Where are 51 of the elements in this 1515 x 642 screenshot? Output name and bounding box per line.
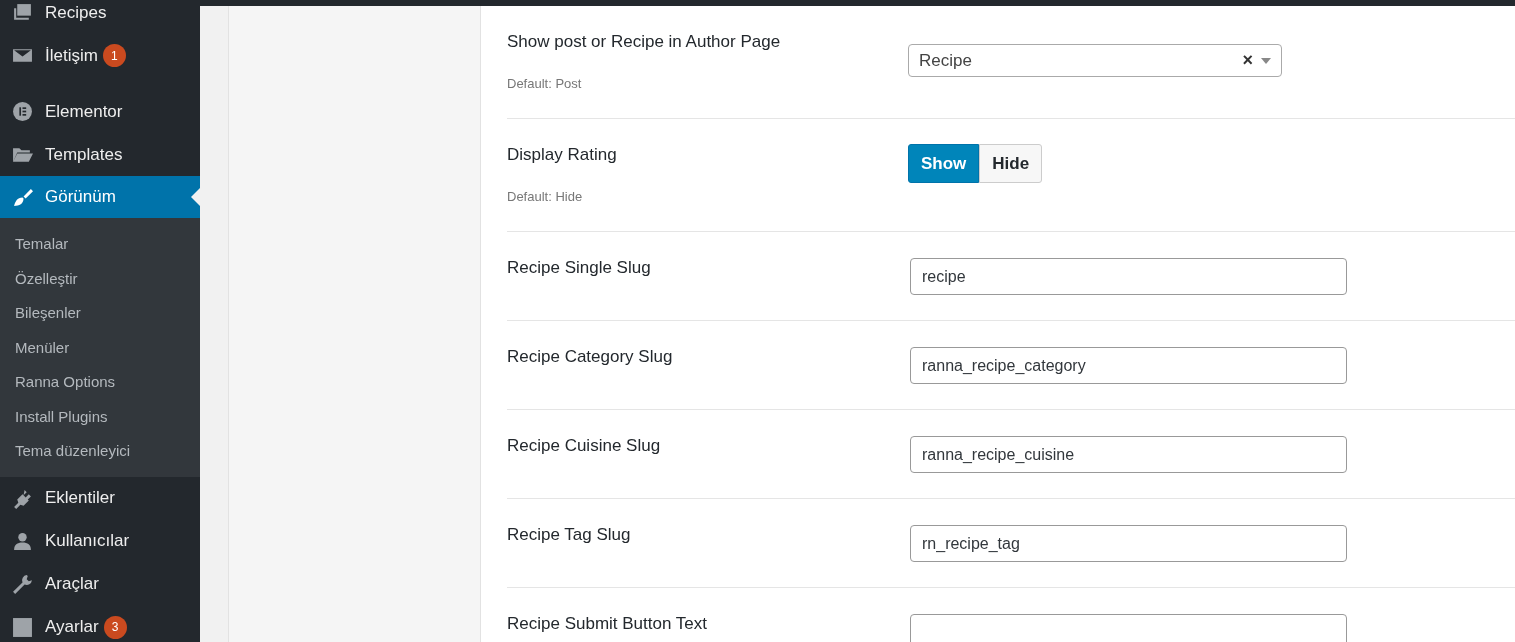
setting-label: Show post or Recipe in Author Page bbox=[507, 32, 782, 52]
count-badge: 3 bbox=[103, 615, 127, 639]
sidebar-item[interactable]: Templates bbox=[0, 133, 200, 176]
menu-label: Kullanıcılar bbox=[45, 531, 130, 551]
text-field[interactable]: rn_recipe_tag bbox=[910, 525, 1347, 562]
recipes-icon bbox=[12, 2, 33, 23]
submenu-item[interactable]: Ranna Options bbox=[0, 365, 200, 400]
sidebar-item[interactable]: Araçlar bbox=[0, 562, 200, 606]
submenu-item[interactable]: Menüler bbox=[0, 330, 200, 365]
count-badge: 1 bbox=[102, 44, 126, 67]
setting-label: Recipe Submit Button Text bbox=[507, 614, 708, 634]
menu-label: Araçlar bbox=[45, 574, 99, 594]
toggle-button[interactable]: Show bbox=[908, 144, 980, 183]
text-field[interactable]: ranna_recipe_category bbox=[910, 347, 1347, 384]
submenu-item[interactable]: Temalar bbox=[0, 227, 200, 262]
menu-label: İletişim bbox=[45, 45, 98, 66]
setting-label: Display Rating bbox=[507, 145, 618, 165]
text-field[interactable] bbox=[910, 614, 1347, 642]
menu-label: Elementor bbox=[45, 101, 123, 122]
setting-label: Recipe Cuisine Slug bbox=[507, 436, 662, 456]
sidebar-item[interactable]: Recipes bbox=[0, 0, 200, 34]
submenu-item[interactable]: Install Plugins bbox=[0, 399, 200, 434]
sidebar-item[interactable]: Kullanıcılar bbox=[0, 519, 200, 563]
submenu-item[interactable]: Özelleştir bbox=[0, 261, 200, 296]
select-field[interactable]: Recipe × bbox=[908, 44, 1282, 77]
wrench-icon bbox=[12, 573, 33, 595]
menu-label: Templates bbox=[45, 144, 123, 165]
default-note: Default: Post bbox=[507, 76, 583, 91]
text-field[interactable]: recipe bbox=[910, 258, 1347, 295]
sidebar-item[interactable]: Elementor bbox=[0, 90, 200, 133]
submenu-item[interactable]: Tema düzenleyici bbox=[0, 434, 200, 469]
sidebar-item[interactable]: Ayarlar 3 bbox=[0, 605, 200, 642]
text-field[interactable]: ranna_recipe_cuisine bbox=[910, 436, 1347, 473]
clear-icon[interactable]: × bbox=[1242, 50, 1253, 71]
menu-label: Eklentiler bbox=[45, 488, 115, 508]
user-icon bbox=[12, 530, 33, 552]
caret-icon bbox=[1261, 57, 1271, 64]
setting-label: Recipe Tag Slug bbox=[507, 525, 632, 545]
sidebar-item[interactable]: İletişim 1 bbox=[0, 34, 200, 77]
submenu-item[interactable]: Bileşenler bbox=[0, 296, 200, 331]
menu-label: Recipes bbox=[45, 2, 107, 23]
default-note: Default: Hide bbox=[507, 189, 584, 204]
menu-label: Ayarlar bbox=[45, 617, 99, 637]
sidebar-item[interactable]: Eklentiler bbox=[0, 476, 200, 520]
setting-label: Recipe Single Slug bbox=[507, 258, 652, 278]
toggle-button[interactable]: Hide bbox=[979, 144, 1043, 183]
elementor-icon bbox=[12, 101, 33, 122]
sidebar-item[interactable]: Görünüm bbox=[0, 176, 200, 218]
setting-label: Recipe Category Slug bbox=[507, 347, 674, 367]
menu-label: Görünüm bbox=[45, 187, 116, 207]
brush-icon bbox=[12, 186, 33, 208]
